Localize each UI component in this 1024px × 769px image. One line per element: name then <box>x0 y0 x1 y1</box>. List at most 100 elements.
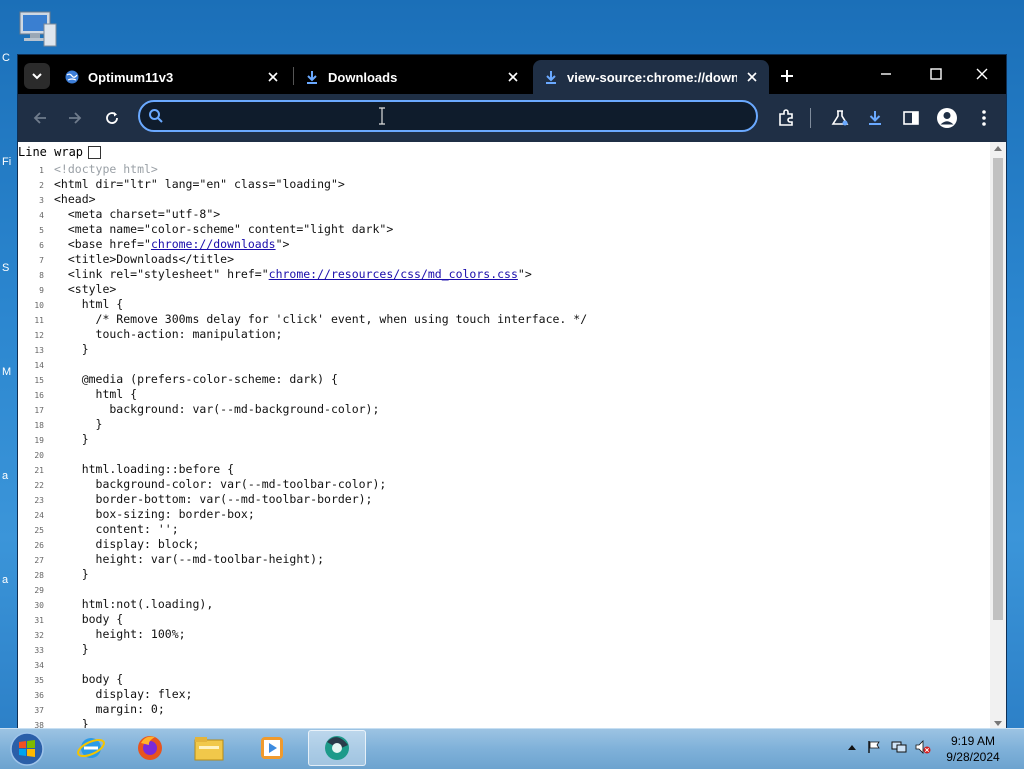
tab-downloads[interactable]: Downloads <box>294 60 530 94</box>
desktop-label: C <box>2 52 10 64</box>
line-text: } <box>54 417 103 431</box>
scroll-thumb[interactable] <box>993 158 1003 620</box>
source-line: 7 <title>Downloads</title> <box>18 252 978 267</box>
back-button[interactable] <box>27 105 53 131</box>
labs-button[interactable] <box>827 105 853 131</box>
side-panel-button[interactable] <box>898 105 924 131</box>
tray-expand-icon[interactable] <box>844 739 860 755</box>
close-window-button[interactable] <box>962 61 1002 87</box>
line-text-before-link: <base href=" <box>54 237 151 251</box>
source-line: 4 <meta charset="utf-8"> <box>18 207 978 222</box>
taskbar-firefox[interactable] <box>121 730 179 766</box>
tab-optimum[interactable]: Optimum11v3 <box>54 60 290 94</box>
flask-icon <box>831 110 849 126</box>
line-text: display: flex; <box>54 687 193 701</box>
close-tab-icon[interactable] <box>743 68 761 86</box>
taskbar: 9:19 AM 9/28/2024 <box>0 728 1024 769</box>
line-number: 24 <box>34 511 44 520</box>
line-number: 25 <box>34 526 44 535</box>
source-line: 3 <head> <box>18 192 978 207</box>
line-wrap-label: Line wrap <box>18 145 84 159</box>
line-text: } <box>54 642 89 656</box>
windows-start-icon <box>10 732 44 766</box>
line-number: 20 <box>34 451 44 460</box>
source-line: 14 <box>18 357 978 372</box>
kebab-menu-icon <box>982 110 986 126</box>
action-center-flag-icon[interactable] <box>866 739 882 755</box>
desktop-label: S <box>2 262 10 274</box>
reload-icon <box>106 112 118 124</box>
line-text: <meta name="color-scheme" content="light… <box>54 222 394 236</box>
extensions-button[interactable] <box>773 105 799 131</box>
computer-icon[interactable] <box>14 8 60 52</box>
close-tab-icon[interactable] <box>504 68 522 86</box>
tab-search-button[interactable] <box>24 63 50 89</box>
source-link[interactable]: chrome://downloads <box>151 237 276 251</box>
line-text: background: var(--md-background-color); <box>54 402 380 416</box>
address-bar[interactable] <box>138 100 758 132</box>
tab-title: Optimum11v3 <box>88 69 174 85</box>
source-line: 15 @media (prefers-color-scheme: dark) { <box>18 372 978 387</box>
desktop-label: Fi <box>2 156 12 168</box>
source-line: 9 <style> <box>18 282 978 297</box>
system-clock[interactable]: 9:19 AM 9/28/2024 <box>930 733 1016 765</box>
line-number: 30 <box>34 601 44 610</box>
source-line: 8 <link rel="stylesheet" href="chrome://… <box>18 267 978 282</box>
minimize-icon <box>881 73 891 75</box>
line-number: 28 <box>34 571 44 580</box>
close-tab-icon[interactable] <box>264 68 282 86</box>
taskbar-file-explorer[interactable] <box>180 730 238 766</box>
desktop-edge-labels: C Fi S M a a <box>0 0 18 728</box>
line-text: } <box>54 567 89 581</box>
line-text: <style> <box>54 282 117 296</box>
taskbar-internet-explorer[interactable] <box>62 730 120 766</box>
new-tab-button[interactable] <box>776 65 798 87</box>
source-link[interactable]: chrome://resources/css/md_colors.css <box>269 267 518 281</box>
taskbar-chrome-app[interactable] <box>308 730 366 766</box>
tab-strip: Optimum11v3 Downloads view-source:chrome… <box>18 55 1006 94</box>
line-text: body { <box>54 672 124 686</box>
line-text: margin: 0; <box>54 702 165 716</box>
page-content: Line wrap 1 <!doctype html> 2 <html dir="lt… <box>18 142 1006 728</box>
line-number: 16 <box>34 391 44 400</box>
source-line: 23 border-bottom: var(--md-toolbar-borde… <box>18 492 978 507</box>
source-line: 32 height: 100%; <box>18 627 978 642</box>
line-text-before-link: <link rel="stylesheet" href=" <box>54 267 269 281</box>
line-number: 35 <box>34 676 44 685</box>
line-text: html { <box>54 387 138 401</box>
line-text: border-bottom: var(--md-toolbar-border); <box>54 492 373 506</box>
puzzle-icon <box>779 109 793 126</box>
vertical-scrollbar[interactable] <box>990 142 1006 728</box>
tab-view-source[interactable]: view-source:chrome://downloads <box>533 60 769 94</box>
volume-muted-icon[interactable] <box>915 739 931 755</box>
source-line: 13 } <box>18 342 978 357</box>
line-number: 1 <box>39 166 44 175</box>
line-text-after-link: "> <box>275 237 290 251</box>
taskbar-media-player[interactable] <box>243 730 301 766</box>
start-button[interactable] <box>4 730 50 768</box>
scroll-down-icon[interactable] <box>994 721 1002 726</box>
source-line: 28 } <box>18 567 978 582</box>
line-number: 6 <box>39 241 44 250</box>
tab-title: view-source:chrome://downloads <box>567 69 737 85</box>
network-icon[interactable] <box>891 739 907 755</box>
maximize-button[interactable] <box>916 61 956 87</box>
file-explorer-icon <box>194 737 224 761</box>
side-panel-icon <box>903 111 919 125</box>
reload-button[interactable] <box>99 105 125 131</box>
line-number: 12 <box>34 331 44 340</box>
source-line: 5 <meta name="color-scheme" content="lig… <box>18 222 978 237</box>
line-number: 15 <box>34 376 44 385</box>
menu-button[interactable] <box>971 105 997 131</box>
desktop-label: a <box>2 574 9 586</box>
source-line: 26 display: block; <box>18 537 978 552</box>
minimize-button[interactable] <box>866 61 906 87</box>
profile-button[interactable] <box>934 105 960 131</box>
source-line: 31 body { <box>18 612 978 627</box>
forward-button[interactable] <box>62 105 88 131</box>
desktop-label: a <box>2 470 9 482</box>
address-input[interactable] <box>174 106 748 128</box>
downloads-button[interactable] <box>862 105 888 131</box>
line-wrap-checkbox[interactable] <box>88 145 102 159</box>
scroll-up-icon[interactable] <box>994 146 1002 151</box>
